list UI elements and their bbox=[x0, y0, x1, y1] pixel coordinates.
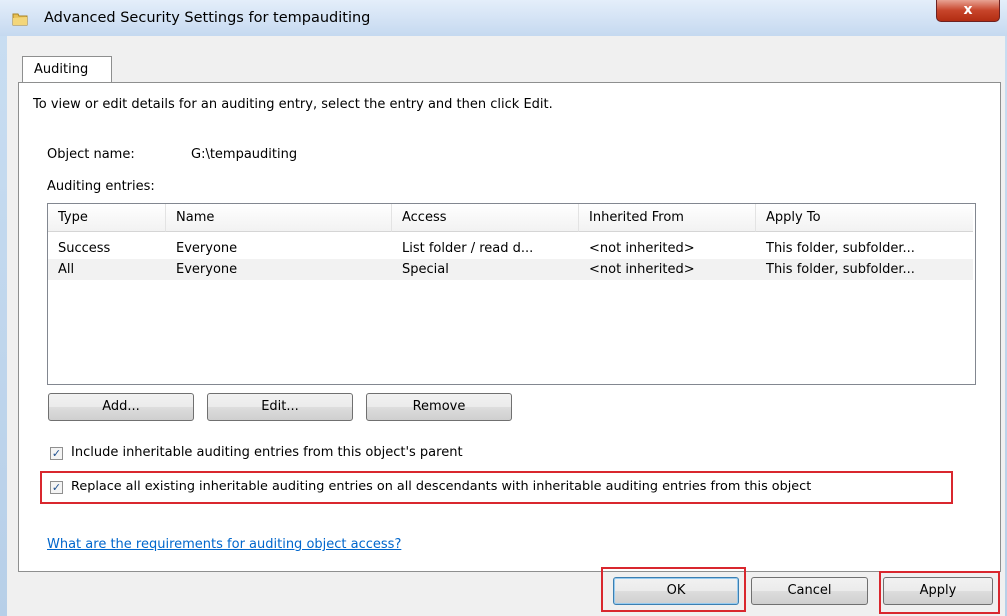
title-bar[interactable]: Advanced Security Settings for tempaudit… bbox=[0, 0, 1007, 36]
column-header-type[interactable]: Type bbox=[48, 204, 166, 232]
window-title: Advanced Security Settings for tempaudit… bbox=[44, 10, 371, 26]
auditing-requirements-link[interactable]: What are the requirements for auditing o… bbox=[47, 537, 401, 552]
checkmark-icon: ✓ bbox=[51, 447, 62, 460]
close-icon: x bbox=[963, 2, 973, 18]
cell-apply-to: This folder, subfolder... bbox=[766, 262, 915, 277]
folder-icon bbox=[12, 13, 28, 26]
cell-access: List folder / read d... bbox=[402, 241, 534, 256]
column-header-apply-to[interactable]: Apply To bbox=[756, 204, 973, 232]
object-name-label: Object name: bbox=[47, 147, 135, 162]
auditing-entries-label: Auditing entries: bbox=[47, 179, 155, 194]
cell-inherited-from: <not inherited> bbox=[589, 241, 695, 256]
cell-type: Success bbox=[58, 241, 111, 256]
close-button[interactable]: x bbox=[936, 0, 1000, 22]
add-button[interactable]: Add... bbox=[48, 393, 194, 421]
highlight-box-apply bbox=[879, 571, 1000, 614]
edit-button[interactable]: Edit... bbox=[207, 393, 353, 421]
cell-apply-to: This folder, subfolder... bbox=[766, 241, 915, 256]
instructions-text: To view or edit details for an auditing … bbox=[33, 97, 553, 112]
object-name-value: G:\tempauditing bbox=[191, 147, 298, 162]
cell-name: Everyone bbox=[176, 262, 238, 277]
highlight-box-ok bbox=[601, 567, 746, 612]
cell-type: All bbox=[58, 262, 75, 277]
cell-name: Everyone bbox=[176, 241, 238, 256]
cancel-button[interactable]: Cancel bbox=[751, 577, 868, 605]
remove-button[interactable]: Remove bbox=[366, 393, 512, 421]
column-header-inherited-from[interactable]: Inherited From bbox=[579, 204, 756, 232]
table-row[interactable]: All Everyone Special <not inherited> Thi… bbox=[48, 259, 973, 280]
include-inheritable-checkbox[interactable]: ✓ bbox=[50, 447, 63, 460]
tab-auditing[interactable]: Auditing bbox=[22, 56, 112, 83]
cell-access: Special bbox=[402, 262, 449, 277]
include-inheritable-label: Include inheritable auditing entries fro… bbox=[71, 445, 463, 460]
column-header-name[interactable]: Name bbox=[166, 204, 392, 232]
column-header-access[interactable]: Access bbox=[392, 204, 579, 232]
highlight-box-replace bbox=[40, 471, 953, 504]
dialog-window: Advanced Security Settings for tempaudit… bbox=[0, 0, 1007, 616]
auditing-entries-list[interactable]: Type Name Access Inherited From Apply To… bbox=[47, 203, 976, 385]
tab-label: Auditing bbox=[34, 62, 89, 77]
table-row[interactable]: Success Everyone List folder / read d...… bbox=[48, 238, 973, 259]
cell-inherited-from: <not inherited> bbox=[589, 262, 695, 277]
